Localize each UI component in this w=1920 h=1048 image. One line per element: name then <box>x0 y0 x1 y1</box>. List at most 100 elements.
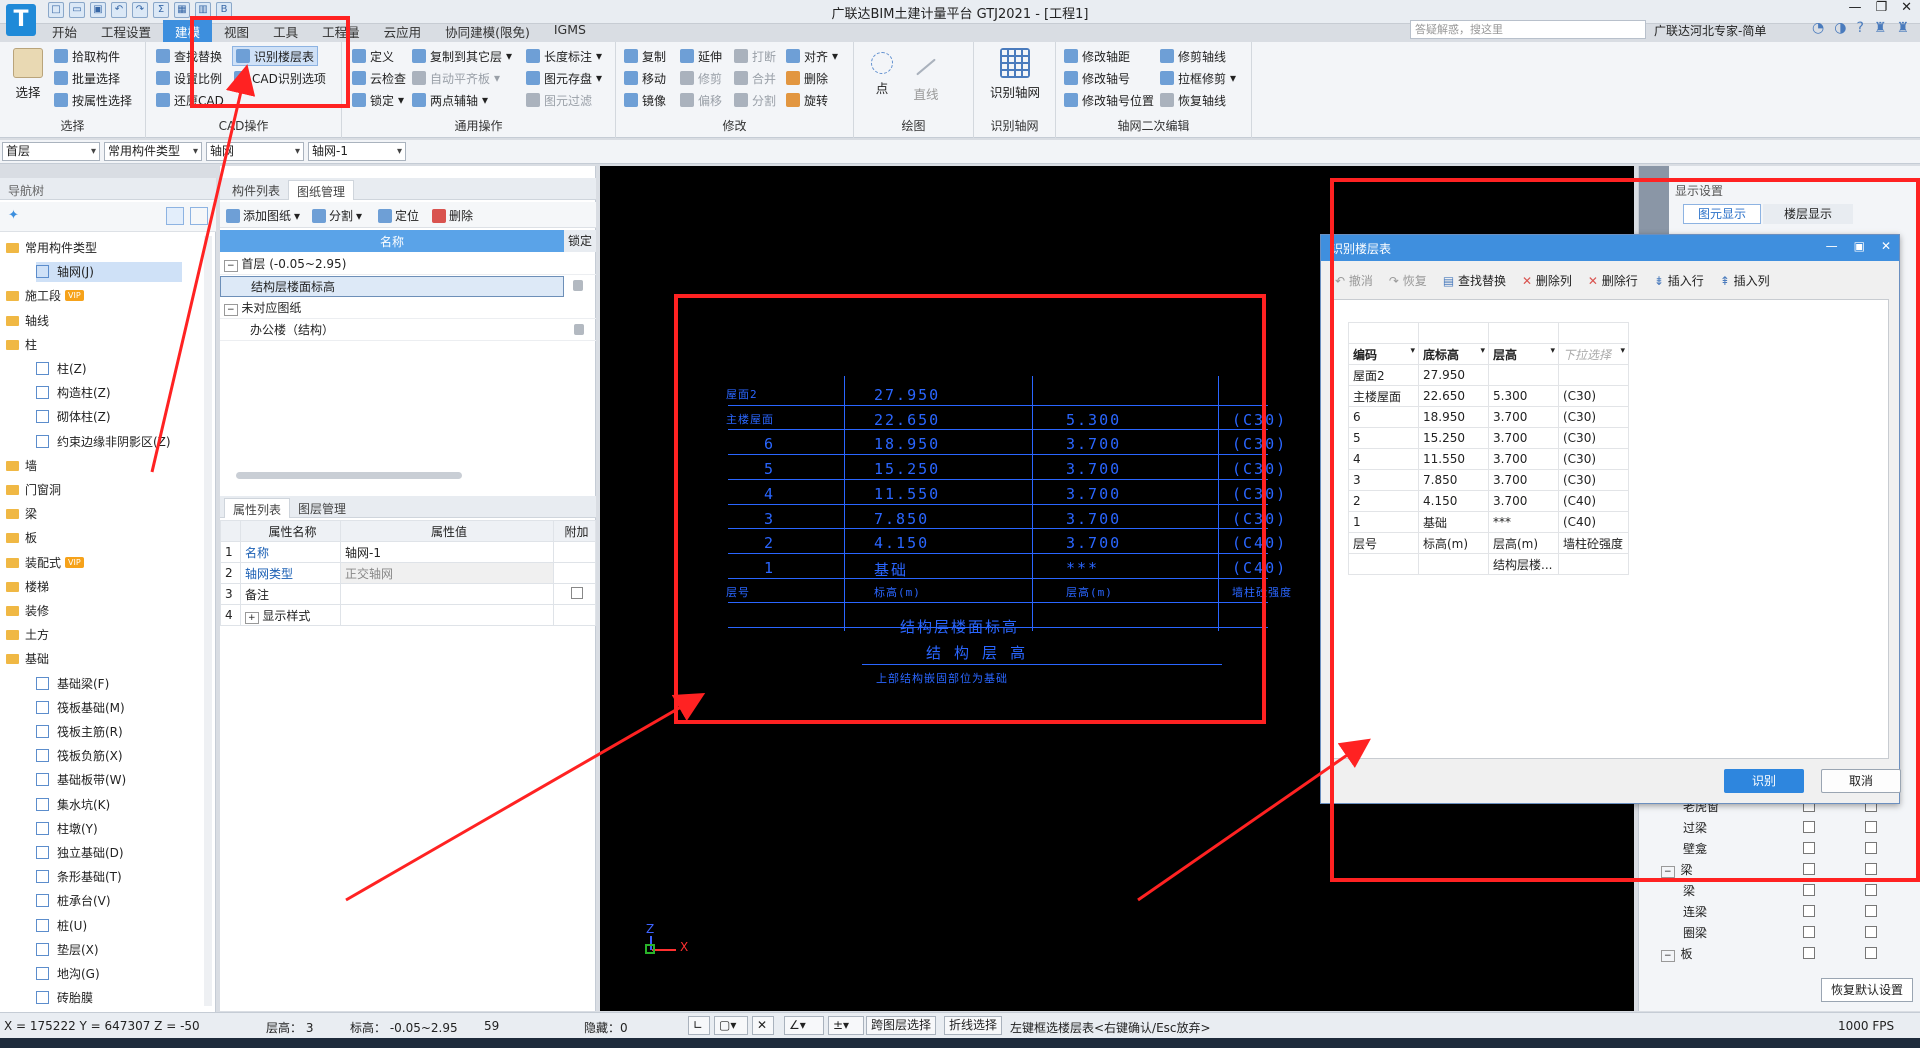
close-icon[interactable]: ✕ <box>1901 0 1912 15</box>
maximize-icon[interactable]: ▣ <box>1854 239 1865 253</box>
nav-item-31[interactable]: 砖胎膜 <box>36 988 93 1008</box>
grid-row[interactable]: 屋面2 27.950 <box>1348 364 1629 386</box>
element-filter-button[interactable]: 图元过滤 <box>526 90 592 110</box>
angle-icon[interactable]: ∠▾ <box>784 1016 824 1035</box>
tab-element-display[interactable]: 图元显示 <box>1683 204 1761 224</box>
pin-icon[interactable]: ✦ <box>8 208 19 223</box>
grid-cell[interactable]: 屋面2 <box>1348 364 1419 386</box>
display-checkbox[interactable] <box>1803 842 1815 854</box>
grid-header-cell[interactable]: 编码 ▾ <box>1348 343 1419 365</box>
display-checkbox[interactable] <box>1803 947 1815 959</box>
grid-cell[interactable]: (C30) <box>1558 427 1629 449</box>
nav-item-17[interactable]: 基础 <box>6 649 49 669</box>
horizontal-scrollbar[interactable] <box>236 472 462 479</box>
nav-item-29[interactable]: 垫层(X) <box>36 940 99 960</box>
grid-cell[interactable]: 22.650 <box>1418 385 1489 407</box>
search-input[interactable]: 答疑解惑，搜这里 <box>1410 20 1646 39</box>
set-scale-button[interactable]: 设置比例 <box>156 68 222 88</box>
collapse-icon[interactable]: − <box>224 304 238 316</box>
nav-item-0[interactable]: 常用构件类型 <box>6 238 97 258</box>
grid-cell[interactable] <box>1348 553 1419 575</box>
restore-defaults-button[interactable]: 恢复默认设置 <box>1821 978 1913 1002</box>
component-select[interactable]: 轴网 <box>206 142 304 161</box>
restore-icon[interactable]: ❐ <box>1875 0 1887 15</box>
delete-button[interactable]: 删除 <box>786 68 828 88</box>
nav-item-7[interactable]: 砌体柱(Z) <box>36 407 111 427</box>
side-tool-strip[interactable] <box>1639 166 1669 236</box>
grid-cell[interactable]: 3.700 <box>1488 469 1559 491</box>
grid-cell[interactable] <box>1488 364 1559 386</box>
break-button[interactable]: 打断 <box>734 46 776 66</box>
offset-button[interactable]: 偏移 <box>680 90 722 110</box>
nav-item-9[interactable]: 墙 <box>6 456 37 476</box>
grid-cell[interactable]: 5 <box>1348 427 1419 449</box>
nav-item-12[interactable]: 板 <box>6 528 37 548</box>
display-checkbox[interactable] <box>1865 926 1877 938</box>
grid-cell[interactable]: (C30) <box>1558 448 1629 470</box>
tab-floor-display[interactable]: 楼层显示 <box>1763 204 1853 224</box>
mirror-button[interactable]: 镜像 <box>624 90 666 110</box>
grid-cell[interactable]: 1 <box>1348 511 1419 533</box>
nav-item-25[interactable]: 独立基础(D) <box>36 843 124 863</box>
nav-item-2[interactable]: 施工段 VIP <box>6 286 84 306</box>
cad-options-button[interactable]: CAD识别选项 <box>234 68 326 88</box>
append-checkbox[interactable] <box>570 586 583 599</box>
grid-row[interactable]: 5 15.250 3.700 (C30) <box>1348 427 1629 449</box>
modify-axis-number-button[interactable]: 修改轴号 <box>1064 68 1130 88</box>
grid-row[interactable]: 4 11.550 3.700 (C30) <box>1348 448 1629 470</box>
nav-item-16[interactable]: 土方 <box>6 625 49 645</box>
trim-button[interactable]: 修剪 <box>680 68 722 88</box>
pick-component-button[interactable]: 拾取构件 <box>54 46 120 66</box>
grid-cell[interactable]: (C30) <box>1558 385 1629 407</box>
modify-axis-number-position-button[interactable]: 修改轴号位置 <box>1064 90 1154 110</box>
property-row[interactable]: 4 + 显示样式 <box>220 604 596 626</box>
grid-row[interactable]: 6 18.950 3.700 (C30) <box>1348 406 1629 428</box>
find-replace-button[interactable]: 查找替换 <box>156 46 222 66</box>
collapse-icon[interactable]: − <box>1661 866 1675 878</box>
drawing-row-office[interactable]: 办公楼（结构） <box>220 320 596 341</box>
tab-drawing-management[interactable]: 图纸管理 <box>288 180 355 200</box>
grid-cell[interactable]: 层号 <box>1348 532 1419 554</box>
nav-item-3[interactable]: 轴线 <box>6 311 49 331</box>
grid-row[interactable]: 3 7.850 3.700 (C30) <box>1348 469 1629 491</box>
nav-item-21[interactable]: 筏板负筋(X) <box>36 746 123 766</box>
nav-item-14[interactable]: 楼梯 <box>6 577 49 597</box>
display-checkbox[interactable] <box>1803 926 1815 938</box>
nav-item-1[interactable]: 轴网(J) <box>36 262 182 283</box>
add-drawing-button[interactable]: 添加图纸 ▾ <box>226 207 300 224</box>
tab-igms[interactable]: IGMS <box>542 20 598 42</box>
floor-select[interactable]: 首层 <box>2 142 100 161</box>
expand-icon[interactable]: + <box>245 611 259 624</box>
select-by-property-button[interactable]: 按属性选择 <box>54 90 132 110</box>
grid-cell[interactable]: 4.150 <box>1418 490 1489 512</box>
nav-item-10[interactable]: 门窗洞 <box>6 480 61 500</box>
cross-icon[interactable]: ✕ <box>752 1016 774 1035</box>
split-button[interactable]: 分割 <box>734 90 776 110</box>
nav-item-22[interactable]: 基础板带(W) <box>36 770 126 790</box>
nav-item-5[interactable]: 柱(Z) <box>36 359 87 379</box>
display-checkbox[interactable] <box>1803 905 1815 917</box>
grid-cell[interactable]: 27.950 <box>1418 364 1489 386</box>
delete-column-button[interactable]: ✕ 删除列 <box>1522 272 1572 289</box>
grid-cell[interactable]: 11.550 <box>1418 448 1489 470</box>
save-elements-button[interactable]: 图元存盘 ▾ <box>526 68 602 88</box>
tab-collab[interactable]: 协同建模(限免) <box>433 20 542 42</box>
nav-item-8[interactable]: 约束边缘非阴影区(Z) <box>36 432 171 452</box>
rotate-button[interactable]: 旋转 <box>786 90 828 110</box>
display-checkbox[interactable] <box>1865 905 1877 917</box>
grid-cell[interactable]: 基础 <box>1418 511 1489 533</box>
grid-cell[interactable]: 3.700 <box>1488 406 1559 428</box>
grid-cell[interactable] <box>1558 553 1629 575</box>
identify-floor-table-button[interactable]: 识别楼层表 <box>232 46 319 66</box>
copy-button[interactable]: 复制 <box>624 46 666 66</box>
tab-property-list[interactable]: 属性列表 <box>224 498 291 518</box>
move-button[interactable]: 移动 <box>624 68 666 88</box>
app-logo[interactable]: T <box>6 4 36 36</box>
dialog-grid[interactable]: 编码 ▾ 底标高 ▾ 层高 ▾ 下拉选择 ▾ 屋面2 27.950 主楼屋面 22.650 5.300(… <box>1331 299 1889 759</box>
grid-row[interactable]: 层号 标高(m) 层高(m) 墙柱砼强度 <box>1348 532 1629 554</box>
collapse-icon[interactable]: − <box>224 260 238 272</box>
nav-item-11[interactable]: 梁 <box>6 504 37 524</box>
grid-cell[interactable]: 墙柱砼强度 <box>1558 532 1629 554</box>
extend-button[interactable]: 延伸 <box>680 46 722 66</box>
cloud-check-button[interactable]: 云检查 <box>352 68 406 88</box>
